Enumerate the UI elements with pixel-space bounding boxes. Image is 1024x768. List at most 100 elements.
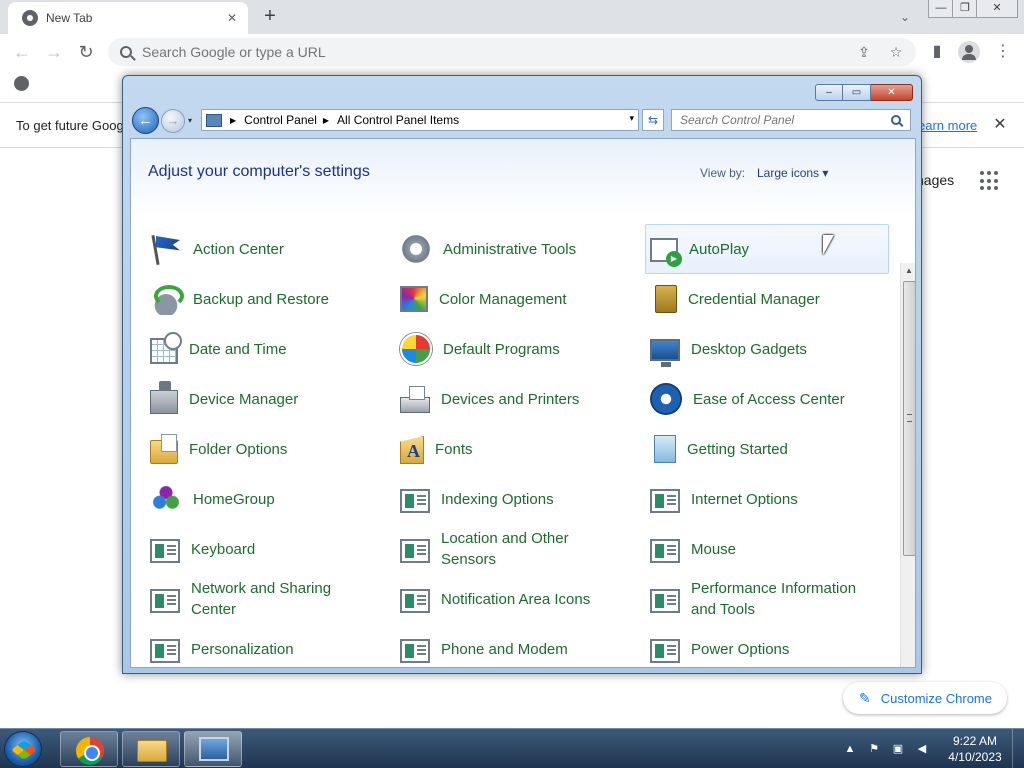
- ease-of-access-icon: [650, 383, 682, 415]
- clock-date[interactable]: 4/10/2023: [940, 750, 1010, 764]
- cp-item-desktop-gadgets[interactable]: Desktop Gadgets: [645, 324, 895, 374]
- folder-options-icon: [150, 434, 178, 464]
- cp-address-bar[interactable]: ▶ Control Panel ▶ All Control Panel Item…: [201, 109, 639, 131]
- cp-forward-button[interactable]: →: [161, 109, 185, 133]
- volume-muted-icon[interactable]: ◀: [914, 741, 930, 757]
- cp-item-devices-printers[interactable]: Devices and Printers: [395, 374, 645, 424]
- customize-chrome-button[interactable]: ✎ Customize Chrome: [843, 682, 1007, 714]
- cp-item-homegroup[interactable]: HomeGroup: [145, 474, 395, 524]
- page-title: Adjust your computer's settings: [148, 163, 370, 180]
- cp-item-backup-restore[interactable]: Backup and Restore: [145, 274, 395, 324]
- cp-item-keyboard[interactable]: Keyboard: [145, 524, 395, 574]
- cp-item-label: Keyboard: [191, 540, 256, 558]
- cp-item-label: Device Manager: [189, 390, 299, 408]
- reload-button[interactable]: ↻: [74, 40, 98, 64]
- browser-close-button[interactable]: ✕: [976, 0, 1018, 18]
- cp-item-fonts[interactable]: Fonts: [395, 424, 645, 474]
- homegroup-icon: [150, 483, 182, 515]
- cp-item-label: Color Management: [439, 290, 567, 308]
- cp-refresh-button[interactable]: ⇆: [642, 109, 664, 131]
- chrome-toolbar: ← → ↻ ⇪ ☆ ▮ ⋮: [0, 34, 1024, 70]
- show-desktop-button[interactable]: [1012, 729, 1024, 768]
- cp-item-folder-options[interactable]: Folder Options: [145, 424, 395, 474]
- administrative-tools-icon: [400, 233, 432, 265]
- cp-item-default-programs[interactable]: Default Programs: [395, 324, 645, 374]
- cp-item-label: Devices and Printers: [441, 390, 580, 408]
- cp-item-power-options[interactable]: Power Options: [645, 624, 895, 674]
- cp-item-credential-manager[interactable]: Credential Manager: [645, 274, 895, 324]
- cp-item-device-manager[interactable]: Device Manager: [145, 374, 395, 424]
- browser-minimize-button[interactable]: —: [928, 0, 954, 18]
- cp-item-label: Performance Information and Tools: [691, 580, 857, 618]
- start-button[interactable]: [4, 731, 42, 767]
- network-icon[interactable]: ▣: [890, 741, 906, 757]
- cp-item-personalization[interactable]: Personalization: [145, 624, 395, 674]
- show-hidden-icons-icon[interactable]: ▲: [842, 741, 858, 757]
- cp-item-ease-of-access[interactable]: Ease of Access Center: [645, 374, 895, 424]
- cp-recent-pages-chevron-icon[interactable]: ▾: [188, 116, 198, 126]
- tab-new-tab[interactable]: New Tab ✕: [8, 2, 248, 34]
- share-icon[interactable]: ⇪: [854, 42, 874, 62]
- browser-restore-button[interactable]: ❐: [952, 0, 978, 18]
- cp-item-phone-modem[interactable]: Phone and Modem: [395, 624, 645, 674]
- taskbar-chrome-button[interactable]: [60, 731, 118, 767]
- autoplay-icon: [650, 238, 682, 267]
- chrome-tab-strip: New Tab ✕ + ⌄ — ❐ ✕: [0, 0, 1024, 34]
- cp-item-label: Phone and Modem: [441, 640, 568, 658]
- cp-item-getting-started[interactable]: Getting Started: [645, 424, 895, 474]
- breadcrumb-control-panel[interactable]: Control Panel: [244, 113, 317, 127]
- search-icon[interactable]: [891, 115, 901, 125]
- cp-search-box[interactable]: [671, 109, 911, 131]
- cp-item-mouse[interactable]: Mouse: [645, 524, 895, 574]
- cp-item-internet-options[interactable]: Internet Options: [645, 474, 895, 524]
- cp-item-label: Fonts: [435, 440, 473, 458]
- scroll-up-arrow-icon[interactable]: ▲: [901, 263, 915, 279]
- back-button[interactable]: ←: [10, 40, 34, 64]
- cp-item-performance-info[interactable]: Performance Information and Tools: [645, 574, 895, 624]
- scroll-thumb[interactable]: [903, 281, 915, 556]
- cp-item-administrative-tools[interactable]: Administrative Tools: [395, 224, 645, 274]
- new-tab-button[interactable]: +: [258, 5, 282, 29]
- profile-avatar-icon[interactable]: [958, 41, 980, 63]
- clock-time[interactable]: 9:22 AM: [940, 734, 1010, 748]
- omnibox-input[interactable]: [142, 44, 782, 60]
- tab-close-icon[interactable]: ✕: [224, 10, 240, 26]
- infobar-learn-more-link[interactable]: earn more: [918, 118, 977, 133]
- cp-item-indexing-options[interactable]: Indexing Options: [395, 474, 645, 524]
- cp-close-button[interactable]: ✕: [871, 84, 913, 101]
- google-apps-grid-icon[interactable]: [980, 171, 1000, 191]
- cp-item-label: Location and Other Sensors: [441, 530, 569, 568]
- taskbar-control-panel-button[interactable]: [184, 731, 242, 767]
- cp-back-button[interactable]: ←: [132, 107, 159, 134]
- devices-printers-icon: [400, 386, 430, 413]
- chrome-menu-icon[interactable]: ⋮: [992, 41, 1014, 63]
- view-by-dropdown[interactable]: Large icons: [757, 166, 828, 180]
- cp-minimize-button[interactable]: –: [815, 84, 843, 101]
- cp-item-notification-area[interactable]: Notification Area Icons: [395, 574, 645, 624]
- address-dropdown-icon[interactable]: ▾: [629, 113, 634, 124]
- breadcrumb-all-items[interactable]: All Control Panel Items: [337, 113, 459, 127]
- windows-logo-icon: [11, 740, 37, 760]
- forward-button[interactable]: →: [42, 40, 66, 64]
- globe-icon[interactable]: [14, 76, 29, 91]
- tab-search-chevron-icon[interactable]: ⌄: [894, 7, 916, 27]
- taskbar-explorer-button[interactable]: [122, 731, 180, 767]
- breadcrumb-separator-icon[interactable]: ▶: [323, 116, 329, 125]
- notification-area-icon: [400, 589, 430, 613]
- cp-item-color-management[interactable]: Color Management: [395, 274, 645, 324]
- getting-started-icon: [654, 435, 676, 463]
- action-center-flag-icon[interactable]: ⚑: [866, 741, 882, 757]
- cp-item-action-center[interactable]: Action Center: [145, 224, 395, 274]
- breadcrumb-separator-icon[interactable]: ▶: [230, 116, 236, 125]
- cp-item-location-sensors[interactable]: Location and Other Sensors: [395, 524, 645, 574]
- bookmark-star-icon[interactable]: ☆: [886, 42, 906, 62]
- cp-item-autoplay[interactable]: AutoPlay: [645, 224, 889, 274]
- omnibox[interactable]: ⇪ ☆: [108, 38, 916, 66]
- cp-vertical-scrollbar[interactable]: ▲ ▼: [900, 263, 915, 667]
- cp-item-network-sharing[interactable]: Network and Sharing Center: [145, 574, 395, 624]
- cp-search-input[interactable]: [680, 113, 885, 127]
- cp-item-date-time[interactable]: Date and Time: [145, 324, 395, 374]
- side-panel-icon[interactable]: ▮: [926, 41, 948, 63]
- infobar-close-icon[interactable]: ✕: [990, 115, 1010, 135]
- cp-maximize-button[interactable]: ▭: [843, 84, 871, 101]
